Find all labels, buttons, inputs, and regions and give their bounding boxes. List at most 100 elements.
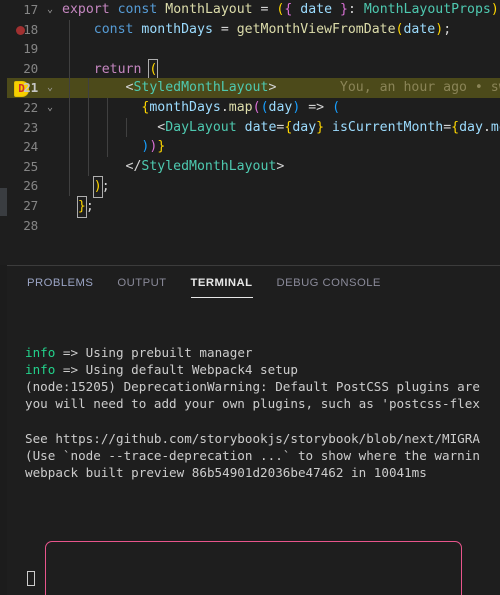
line-number[interactable]: 19 xyxy=(7,39,38,59)
line-number[interactable]: 20 xyxy=(7,59,38,79)
code-token: export xyxy=(62,2,110,17)
code-token: = xyxy=(252,2,277,17)
terminal-line: (node:15205) DeprecationWarning: Default… xyxy=(25,378,500,395)
code-line-text: </StyledMonthLayout> xyxy=(62,157,285,177)
panel-tab-debug-console[interactable]: DEBUG CONSOLE xyxy=(277,266,381,301)
code-editor[interactable]: 17 ⌄ export const MonthLayout = ({ date }:… xyxy=(7,0,500,265)
terminal-token: (node:15205) DeprecationWarning: Default… xyxy=(25,379,480,395)
code-line-21[interactable]: D 21 ⌄ <StyledMonthLayout> You, an hour ag… xyxy=(7,78,500,98)
code-line-18[interactable]: 18 const monthDays = getMonthViewFromDat… xyxy=(7,19,500,40)
code-line-25[interactable]: 25 </StyledMonthLayout> xyxy=(7,156,500,177)
terminal-cursor[interactable] xyxy=(27,571,35,586)
code-token: } xyxy=(316,119,325,135)
editor-overview-ruler[interactable] xyxy=(0,0,7,265)
code-token: return xyxy=(93,61,142,77)
code-line-23[interactable]: 23 <DayLayout date={day} isCurrentMonth=… xyxy=(7,117,500,138)
line-number[interactable]: 17 xyxy=(7,0,38,20)
terminal-token: See https://github.com/storybookjs/story… xyxy=(25,430,480,446)
code-token: } xyxy=(340,2,348,17)
code-token: monthDays xyxy=(149,99,221,115)
panel-tab-terminal[interactable]: TERMINAL xyxy=(190,266,253,301)
line-number[interactable]: 22 xyxy=(7,98,38,118)
code-token: ; xyxy=(443,21,452,37)
panel-tab-problems[interactable]: PROBLEMS xyxy=(27,266,93,301)
code-line-text: <StyledMonthLayout> You, an hour ago • s… xyxy=(62,78,500,98)
code-line-text: <DayLayout date={day} isCurrentMonth={da… xyxy=(62,118,500,138)
code-line-26[interactable]: 26 ); xyxy=(7,176,500,198)
code-token: day xyxy=(268,99,293,115)
code-line-text: ))} xyxy=(62,137,165,157)
storybook-info-box: Storybook 6.4.14 for React started 10 s … xyxy=(45,541,462,595)
code-token: . xyxy=(220,99,229,115)
code-line-28[interactable]: 28 xyxy=(7,216,500,236)
terminal-line: info => Using default Webpack4 setup xyxy=(25,361,500,378)
code-token: => xyxy=(300,99,333,115)
terminal-line: webpack built preview 86b54901d2036be474… xyxy=(25,464,500,481)
terminal-token: => Using default Webpack4 setup xyxy=(55,362,298,378)
terminal-line: (Use `node --trace-deprecation ...` to s… xyxy=(25,447,500,464)
code-token: ( xyxy=(332,99,341,115)
storybook-info-content: Storybook 6.4.14 for React started 10 s … xyxy=(46,576,461,595)
code-line-24[interactable]: 24 ))} xyxy=(7,137,500,157)
code-line-text: const monthDays = getMonthViewFromDate(d… xyxy=(62,20,451,40)
line-number[interactable]: 26 xyxy=(7,176,38,196)
code-token: const xyxy=(117,2,158,17)
code-token: > xyxy=(276,158,285,174)
panel-tab-output[interactable]: OUTPUT xyxy=(117,266,166,301)
code-token: = xyxy=(443,119,452,135)
code-line-27[interactable]: 27 }; xyxy=(7,195,500,218)
code-token: ( xyxy=(148,58,159,81)
editor-scrollbar-thumb[interactable] xyxy=(0,188,7,216)
code-lines-container: 17 ⌄ export const MonthLayout = ({ date }:… xyxy=(7,0,500,235)
chevron-down-icon[interactable]: ⌄ xyxy=(44,0,56,20)
code-token: ) xyxy=(490,2,499,17)
terminal-token: => Using prebuilt manager xyxy=(55,345,253,361)
code-token: StyledMonthLayout xyxy=(141,158,277,174)
chevron-down-icon[interactable]: ⌄ xyxy=(44,78,56,98)
line-number[interactable]: 28 xyxy=(7,216,38,236)
code-line-17[interactable]: 17 ⌄ export const MonthLayout = ({ date }:… xyxy=(7,0,500,20)
line-number[interactable]: 21 xyxy=(7,78,38,98)
line-number[interactable]: 23 xyxy=(7,118,38,138)
code-token: date xyxy=(403,21,436,37)
code-token: day xyxy=(292,119,317,135)
code-token: } xyxy=(157,139,166,155)
code-token: : xyxy=(347,2,364,17)
terminal-line: See https://github.com/storybookjs/story… xyxy=(25,430,500,447)
code-token: < xyxy=(62,80,134,96)
terminal-token: info xyxy=(25,345,56,361)
indent-guide xyxy=(69,39,70,59)
code-token: ( xyxy=(260,99,269,115)
code-token: date xyxy=(244,119,277,135)
terminal-line: you will need to add your own plugins, s… xyxy=(25,395,500,412)
code-line-22[interactable]: 22 ⌄ {monthDays.map((day) => ( xyxy=(7,97,500,118)
line-number[interactable]: 18 xyxy=(7,20,38,40)
line-number[interactable]: 27 xyxy=(7,196,38,216)
code-token: { xyxy=(451,119,460,135)
line-number[interactable]: 24 xyxy=(7,137,38,157)
code-token: ; xyxy=(101,179,110,195)
code-token: ) xyxy=(435,21,444,37)
code-token: DayLayout xyxy=(165,119,237,135)
code-token: monthDays xyxy=(141,21,213,37)
terminal-body[interactable]: info => Using prebuilt manager info => Us… xyxy=(7,301,500,595)
bottom-panel: PROBLEMS OUTPUT TERMINAL DEBUG CONSOLE info… xyxy=(7,265,500,595)
code-token: isCurrentMonth xyxy=(332,119,444,135)
line-number[interactable]: 25 xyxy=(7,157,38,177)
terminal-output: info => Using prebuilt manager info => Us… xyxy=(25,344,500,481)
code-token: MonthLayoutProps xyxy=(363,2,491,17)
code-line-19[interactable]: 19 xyxy=(7,39,500,59)
terminal-token: info xyxy=(25,362,56,378)
chevron-down-icon[interactable]: ⌄ xyxy=(44,98,56,118)
code-token: ; xyxy=(85,198,94,214)
terminal-line: info => Using prebuilt manager xyxy=(25,344,500,361)
git-blame-annotation[interactable]: You, an hour ago • switch xyxy=(276,80,500,95)
code-line-20[interactable]: 20 return ( xyxy=(7,58,500,81)
